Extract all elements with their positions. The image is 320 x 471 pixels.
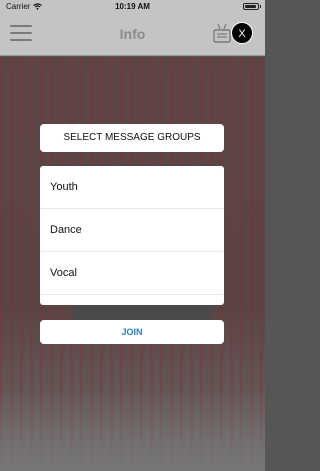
status-left: Carrier: [6, 1, 43, 11]
battery-icon: [243, 2, 261, 10]
status-time: 10:19 AM: [115, 1, 150, 11]
group-list: Youth Dance Vocal: [40, 166, 224, 305]
ticket-icon[interactable]: [213, 23, 231, 43]
group-item-dance[interactable]: Dance: [40, 209, 224, 252]
nav-bar: Info: [0, 12, 265, 56]
status-right: [243, 2, 261, 10]
group-item-youth[interactable]: Youth: [40, 166, 224, 209]
dialog-title: SELECT MESSAGE GROUPS: [40, 124, 224, 152]
carrier-label: Carrier: [6, 1, 31, 11]
status-bar: Carrier 10:19 AM: [0, 0, 265, 12]
close-button[interactable]: X: [231, 22, 253, 44]
join-button[interactable]: JOIN: [40, 320, 224, 344]
group-item-vocal[interactable]: Vocal: [40, 252, 224, 295]
wifi-icon: [33, 2, 43, 10]
